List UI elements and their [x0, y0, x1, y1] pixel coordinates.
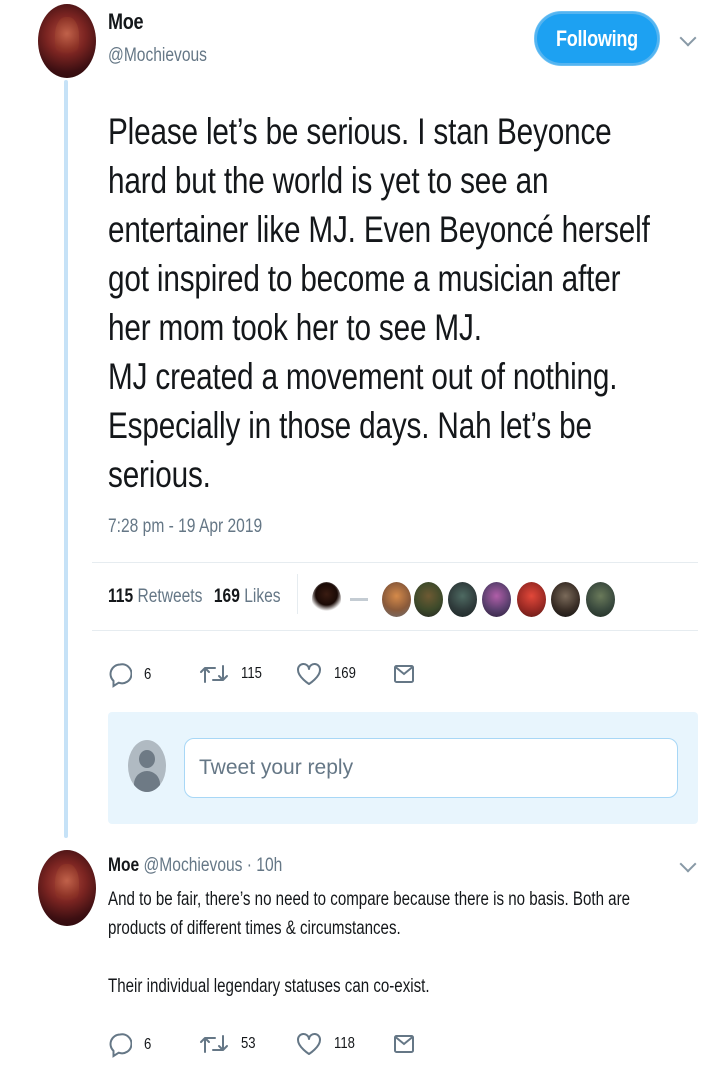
tweet-text-line: hard but the world is yet to see an — [108, 160, 549, 201]
like-button[interactable]: 169 — [296, 662, 361, 686]
liker-avatar[interactable] — [381, 581, 412, 618]
divider — [92, 562, 698, 563]
retweets-count: 115 — [108, 586, 134, 607]
reply-composer — [108, 712, 698, 824]
liker-avatar[interactable] — [413, 581, 444, 618]
retweets-label: Retweets — [137, 586, 203, 607]
reply-text-line: Their individual legendary statuses can … — [108, 976, 430, 997]
following-button-label: Following — [556, 25, 638, 51]
chevron-down-icon[interactable] — [679, 855, 697, 873]
liker-avatar[interactable] — [550, 581, 581, 618]
tweet-text-line: Please let’s be serious. I stan Beyonce — [108, 111, 612, 152]
retweet-button[interactable]: 115 — [199, 662, 267, 686]
reply-icon — [109, 663, 132, 688]
stats-separator — [297, 574, 298, 614]
reply-separator: · — [246, 855, 252, 876]
liker-avatar[interactable] — [481, 581, 512, 618]
tweet-text-line: her mom took her to see MJ. — [108, 307, 482, 348]
direct-message-icon — [394, 665, 414, 683]
liker-divider — [350, 598, 368, 601]
like-icon — [297, 1033, 321, 1055]
reply-button[interactable]: 6 — [108, 662, 153, 688]
retweet-icon — [200, 1035, 228, 1053]
author-name[interactable]: Moe — [108, 9, 144, 35]
thread-connector-line — [64, 80, 68, 838]
reply-icon — [109, 1033, 132, 1058]
direct-message-button[interactable] — [393, 1034, 415, 1054]
reply-author-avatar[interactable] — [38, 850, 96, 926]
like-count: 169 — [334, 665, 356, 682]
tweet-text-line: Especially in those days. Nah let’s be — [108, 405, 592, 446]
liker-avatar[interactable] — [585, 581, 616, 618]
reply-text-line: products of different times & circumstan… — [108, 918, 401, 939]
like-icon — [297, 663, 321, 685]
tweet-text: Please let’s be serious. I stan Beyonce … — [108, 107, 718, 499]
like-count: 118 — [334, 1035, 355, 1052]
liker-avatar[interactable] — [516, 581, 547, 618]
reply-count: 6 — [144, 1036, 152, 1053]
author-handle[interactable]: @Mochievous — [108, 45, 207, 67]
retweet-icon — [200, 665, 228, 683]
reply-author-name[interactable]: Moe — [108, 855, 139, 876]
tweet-text-line: MJ created a movement out of nothing. — [108, 356, 618, 397]
reply-text-line — [108, 943, 712, 972]
likes-label: Likes — [244, 586, 281, 607]
retweet-count: 115 — [241, 665, 262, 682]
liker-avatar[interactable] — [311, 581, 342, 618]
direct-message-icon — [394, 1035, 414, 1053]
following-button[interactable]: Following — [534, 11, 660, 66]
retweet-count: 53 — [241, 1035, 256, 1052]
engagement-stats: 115 Retweets 169 Likes — [108, 586, 281, 608]
reply-text-line: And to be fair, there’s no need to compa… — [108, 889, 631, 910]
chevron-down-icon[interactable] — [679, 29, 697, 47]
tweet-text-line: serious. — [108, 454, 211, 495]
reply-time[interactable]: 10h — [256, 855, 282, 876]
author-avatar[interactable] — [38, 4, 96, 78]
likes-count: 169 — [213, 586, 240, 607]
reply-count: 6 — [144, 666, 152, 683]
tweet-text-line: got inspired to become a musician after — [108, 258, 621, 299]
tweet-text-line: entertainer like MJ. Even Beyoncé hersel… — [108, 209, 650, 250]
divider — [92, 630, 698, 631]
like-button[interactable]: 118 — [296, 1032, 360, 1056]
reply-text: And to be fair, there’s no need to compa… — [108, 885, 712, 1001]
direct-message-button[interactable] — [393, 664, 415, 684]
reply-author-handle[interactable]: @Mochievous — [143, 855, 242, 876]
liker-avatar[interactable] — [447, 581, 478, 618]
reply-header: Moe @Mochievous · 10h — [108, 855, 282, 877]
likes-stat[interactable]: 169 Likes — [214, 586, 281, 607]
retweets-stat[interactable]: 115 Retweets — [108, 586, 202, 607]
reply-button[interactable]: 6 — [108, 1032, 153, 1058]
current-user-avatar — [128, 740, 166, 792]
tweet-timestamp[interactable]: 7:28 pm - 19 Apr 2019 — [108, 516, 262, 538]
reply-input[interactable] — [184, 738, 678, 798]
retweet-button[interactable]: 53 — [199, 1032, 259, 1056]
